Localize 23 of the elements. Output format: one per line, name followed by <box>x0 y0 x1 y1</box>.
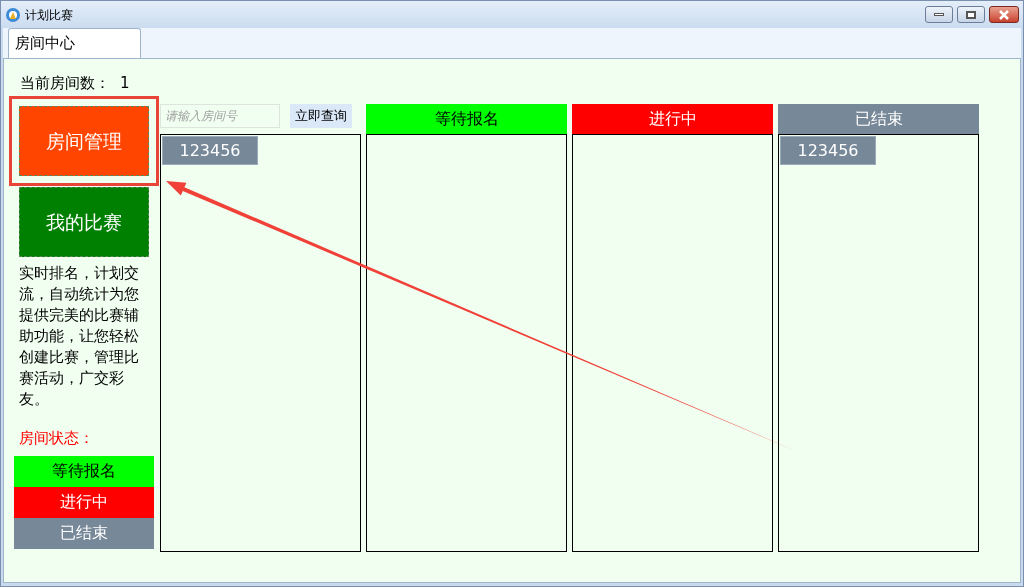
tab[interactable]: 房间中心 <box>8 28 141 58</box>
description-text: 实时排名，计划交流，自动统计为您提供完美的比赛辅助功能，让您轻松创建比赛，管理比赛活动，广交彩友。 <box>18 263 140 410</box>
room-search-field[interactable]: 请输入房间号 <box>160 104 280 128</box>
status-legend-item: 等待报名 <box>14 455 154 487</box>
app-icon <box>5 6 21 23</box>
status-header: 进行中 <box>572 104 773 134</box>
close-button[interactable] <box>989 6 1019 23</box>
room-card[interactable]: 123456 <box>780 136 876 165</box>
window-title: 计划比赛 <box>25 6 73 24</box>
nav-button[interactable]: 我的比赛 <box>19 187 149 257</box>
room-count-value: 1 <box>120 73 130 95</box>
close-icon <box>998 9 1010 20</box>
legend-title: 房间状态： <box>18 428 95 449</box>
minimize-button[interactable] <box>925 6 953 23</box>
status-legend-item: 已结束 <box>14 517 154 549</box>
room-count-label: 当前房间数： <box>20 73 110 95</box>
nav-button[interactable]: 房间管理 <box>19 106 149 176</box>
search-button[interactable]: 立即查询 <box>290 104 352 128</box>
status-header: 等待报名 <box>366 104 567 134</box>
maximize-button[interactable] <box>957 6 985 23</box>
status-legend-item: 进行中 <box>14 486 154 518</box>
status-header: 已结束 <box>778 104 979 134</box>
room-card[interactable]: 123456 <box>162 136 258 165</box>
